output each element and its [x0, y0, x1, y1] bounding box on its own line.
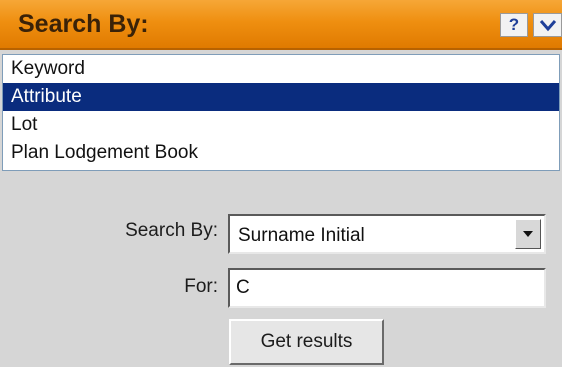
- collapse-button[interactable]: [533, 13, 562, 37]
- triangle-down-icon: [523, 231, 533, 237]
- panel-title: Search By:: [18, 10, 149, 38]
- list-item-attribute[interactable]: Attribute: [3, 83, 559, 111]
- get-results-button[interactable]: Get results: [229, 319, 384, 365]
- search-panel: Search By: ? Keyword Attribute Lot Plan …: [0, 0, 566, 367]
- list-item-keyword[interactable]: Keyword: [3, 55, 559, 83]
- search-by-select[interactable]: Surname Initial: [228, 214, 546, 254]
- list-item-plan-lodgement-book[interactable]: Plan Lodgement Book: [3, 139, 559, 167]
- help-button[interactable]: ?: [500, 13, 528, 37]
- dropdown-arrow-button[interactable]: [515, 219, 541, 249]
- for-input[interactable]: [228, 268, 546, 308]
- help-icon: ?: [508, 15, 520, 34]
- panel-header: Search By: ?: [0, 0, 562, 50]
- chevron-down-icon: [539, 20, 556, 32]
- search-type-list[interactable]: Keyword Attribute Lot Plan Lodgement Boo…: [2, 54, 560, 171]
- search-by-label: Search By:: [125, 220, 218, 241]
- search-by-selected-value: Surname Initial: [238, 225, 365, 246]
- for-label: For:: [184, 276, 218, 297]
- list-item-lot[interactable]: Lot: [3, 111, 559, 139]
